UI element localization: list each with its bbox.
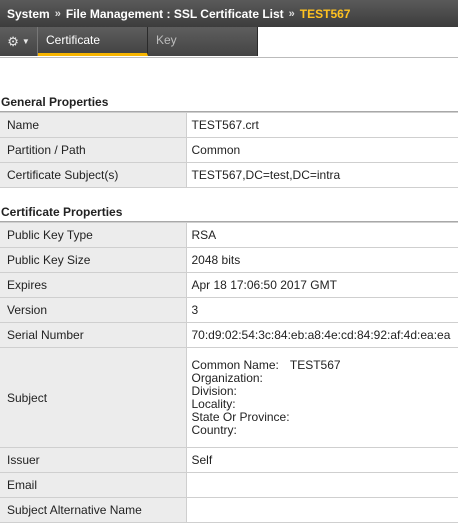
name-label: Name xyxy=(0,112,187,138)
public-key-size-label: Public Key Size xyxy=(0,247,187,273)
version-value: 3 xyxy=(185,297,458,323)
public-key-type-value: RSA xyxy=(185,222,458,248)
certificate-properties-table: Public Key Type RSA Public Key Size 2048… xyxy=(0,222,458,523)
table-row: Public Key Size 2048 bits xyxy=(0,247,458,273)
table-row: Version 3 xyxy=(0,297,458,323)
partition-path-label: Partition / Path xyxy=(0,137,187,163)
certificate-subjects-label: Certificate Subject(s) xyxy=(0,162,187,188)
public-key-type-label: Public Key Type xyxy=(0,222,187,248)
serial-number-value: 70:d9:02:54:3c:84:eb:a8:4e:cd:84:92:af:4… xyxy=(185,322,458,348)
gear-icon: ⚙ xyxy=(7,33,19,49)
subject-label: Subject xyxy=(0,347,187,448)
table-row: Certificate Subject(s) TEST567,DC=test,D… xyxy=(0,162,458,188)
issuer-label: Issuer xyxy=(0,447,187,473)
general-properties-table: Name TEST567.crt Partition / Path Common… xyxy=(0,112,458,188)
breadcrumb-current: TEST567 xyxy=(299,6,351,21)
name-value: TEST567.crt xyxy=(185,112,458,138)
serial-number-label: Serial Number xyxy=(0,322,187,348)
common-name-label: Common Name: xyxy=(191,357,279,372)
subject-details: Common Name: TEST567 Organization: Divisi… xyxy=(191,357,458,437)
breadcrumb-system[interactable]: System xyxy=(7,7,50,21)
table-row: Email xyxy=(0,472,458,498)
certificate-subjects-value: TEST567,DC=test,DC=intra xyxy=(185,162,458,188)
version-label: Version xyxy=(0,297,187,323)
division-label: Division: xyxy=(191,383,237,398)
public-key-size-value: 2048 bits xyxy=(185,247,458,273)
common-name-line: Common Name: TEST567 xyxy=(191,357,458,372)
table-row: Subject Common Name: TEST567 Organization… xyxy=(0,347,458,448)
subject-value: Common Name: TEST567 Organization: Divisi… xyxy=(185,347,458,448)
chevron-down-icon: ▼ xyxy=(21,37,30,46)
breadcrumb-file-management[interactable]: File Management : SSL Certificate List xyxy=(66,7,284,21)
breadcrumb-separator: » xyxy=(288,7,295,20)
gear-menu-button[interactable]: ⚙ ▼ xyxy=(0,27,38,56)
table-row: Serial Number 70:d9:02:54:3c:84:eb:a8:4e… xyxy=(0,322,458,348)
table-row: Name TEST567.crt xyxy=(0,112,458,138)
common-name-value: TEST567 xyxy=(289,357,341,372)
subject-alternative-name-value xyxy=(185,497,458,523)
tab-certificate[interactable]: Certificate xyxy=(38,27,148,56)
table-row: Expires Apr 18 17:06:50 2017 GMT xyxy=(0,272,458,298)
tab-bar: ⚙ ▼ Certificate Key xyxy=(0,27,458,58)
table-row: Public Key Type RSA xyxy=(0,222,458,248)
table-row: Partition / Path Common xyxy=(0,137,458,163)
locality-label: Locality: xyxy=(191,396,236,411)
state-label: State Or Province: xyxy=(191,409,290,424)
certificate-properties-title: Certificate Properties xyxy=(0,202,458,222)
partition-path-value: Common xyxy=(185,137,458,163)
email-label: Email xyxy=(0,472,187,498)
subject-alternative-name-label: Subject Alternative Name xyxy=(0,497,187,523)
breadcrumb-separator: » xyxy=(54,7,61,20)
general-properties-title: General Properties xyxy=(0,92,458,112)
email-value xyxy=(185,472,458,498)
breadcrumb: System » File Management : SSL Certifica… xyxy=(0,0,458,27)
expires-value: Apr 18 17:06:50 2017 GMT xyxy=(185,272,458,298)
table-row: Issuer Self xyxy=(0,447,458,473)
issuer-value: Self xyxy=(185,447,458,473)
organization-label: Organization: xyxy=(191,370,263,385)
table-row: Subject Alternative Name xyxy=(0,497,458,523)
country-label: Country: xyxy=(191,422,237,437)
expires-label: Expires xyxy=(0,272,187,298)
tab-key[interactable]: Key xyxy=(148,27,258,56)
